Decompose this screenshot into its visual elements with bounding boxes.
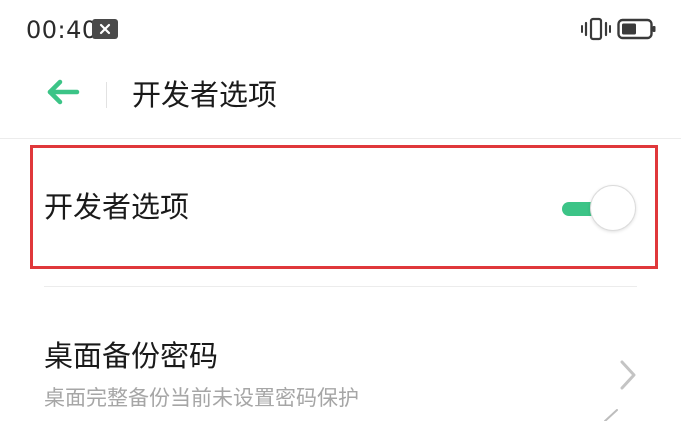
header-divider [106, 82, 107, 108]
back-button[interactable] [40, 74, 86, 114]
developer-options-label: 开发者选项 [44, 190, 190, 224]
battery-icon [617, 17, 657, 41]
scroll-indicator-icon [604, 406, 618, 422]
toggle-knob [590, 185, 636, 231]
developer-options-toggle[interactable] [562, 185, 638, 233]
chevron-right-icon [618, 358, 638, 392]
app-header: 开发者选项 [0, 60, 681, 130]
row-separator [44, 286, 637, 287]
status-time: 00:40 [26, 16, 98, 44]
notification-close-icon [92, 19, 118, 39]
arrow-left-icon [46, 79, 80, 109]
status-bar: 00:40 [0, 0, 681, 60]
page-title: 开发者选项 [132, 78, 278, 112]
desktop-backup-password-subtitle: 桌面完整备份当前未设置密码保护 [44, 386, 359, 410]
desktop-backup-password-label: 桌面备份密码 [44, 339, 219, 373]
vibrate-icon [581, 17, 611, 41]
top-separator [0, 138, 681, 139]
desktop-backup-password-row[interactable]: 桌面备份密码 桌面完整备份当前未设置密码保护 [0, 290, 681, 418]
